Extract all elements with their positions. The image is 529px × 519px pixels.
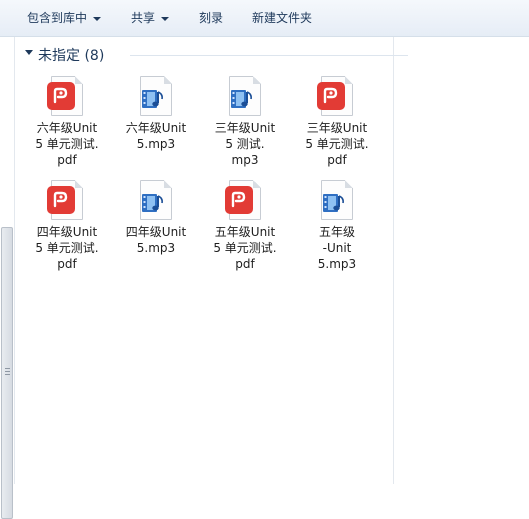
file-name: 四年级Unit 5 单元测试. pdf — [23, 224, 111, 272]
pdf-file-icon — [47, 76, 85, 116]
file-name-line: 5 单元测试. — [35, 241, 99, 255]
grip-line — [5, 371, 10, 372]
group-divider — [130, 55, 408, 56]
audio-file-icon — [227, 76, 263, 116]
audio-file-icon — [138, 180, 174, 220]
file-name: 五年级Unit 5 单元测试. pdf — [201, 224, 289, 272]
file-name-line: 5.mp3 — [136, 241, 176, 255]
include-in-library-label: 包含到库中 — [27, 11, 88, 25]
share-label: 共享 — [131, 11, 156, 25]
pdf-file-icon — [317, 76, 355, 116]
dropdown-arrow-icon — [161, 16, 170, 21]
grip-line — [5, 368, 10, 369]
file-name-line: pdf — [57, 153, 77, 167]
file-name: 五年级 -Unit 5.mp3 — [293, 224, 381, 272]
file-name-line: 5 单元测试. — [305, 137, 369, 151]
file-name-line: pdf — [327, 153, 347, 167]
file-name-line: 六年级Unit — [125, 121, 187, 135]
file-item[interactable]: 五年级Unit 5 单元测试. pdf — [201, 180, 289, 272]
file-name-line: 六年级Unit — [36, 121, 98, 135]
audio-file-icon — [138, 76, 174, 116]
file-name-line: 5 单元测试. — [213, 241, 277, 255]
file-name-line: 四年级Unit — [36, 225, 98, 239]
file-item[interactable]: 五年级 -Unit 5.mp3 — [293, 180, 381, 272]
file-name: 三年级Unit 5 单元测试. pdf — [293, 120, 381, 168]
file-item[interactable]: 三年级Unit 5 测试. mp3 — [201, 76, 289, 168]
collapse-chevron-icon[interactable] — [25, 50, 33, 55]
file-name-line: 五年级Unit — [214, 225, 276, 239]
burn-button[interactable]: 刻录 — [199, 10, 223, 26]
file-name-line: 四年级Unit — [125, 225, 187, 239]
file-name: 六年级Unit 5 单元测试. pdf — [23, 120, 111, 168]
navigation-pane — [0, 37, 15, 519]
file-name: 三年级Unit 5 测试. mp3 — [201, 120, 289, 168]
pdf-file-icon — [47, 180, 85, 220]
file-item[interactable]: 六年级Unit 5 单元测试. pdf — [23, 76, 111, 168]
burn-label: 刻录 — [199, 11, 224, 25]
file-name-line: 三年级Unit — [306, 121, 368, 135]
file-item[interactable]: 六年级Unit 5.mp3 — [112, 76, 200, 152]
group-title: 未指定 (8) — [38, 48, 105, 64]
file-item[interactable]: 四年级Unit 5 单元测试. pdf — [23, 180, 111, 272]
dropdown-arrow-icon — [93, 16, 102, 21]
file-name-line: 5.mp3 — [136, 137, 176, 151]
file-item[interactable]: 四年级Unit 5.mp3 — [112, 180, 200, 256]
pdf-file-icon — [225, 180, 263, 220]
preview-pane-divider — [393, 37, 394, 484]
file-name-line: 5.mp3 — [317, 257, 357, 271]
command-bar: 包含到库中 共享 刻录 新建文件夹 — [0, 0, 529, 37]
navigation-scrollbar-thumb[interactable] — [1, 227, 13, 519]
file-name-line: -Unit — [322, 241, 352, 255]
grip-line — [5, 374, 10, 375]
file-name-line: 5 测试. — [225, 137, 265, 151]
file-name-line: pdf — [235, 257, 255, 271]
file-name-line: 五年级 — [318, 225, 355, 239]
audio-file-icon — [319, 180, 355, 220]
new-folder-label: 新建文件夹 — [252, 11, 313, 25]
file-name: 六年级Unit 5.mp3 — [112, 120, 200, 152]
file-name: 四年级Unit 5.mp3 — [112, 224, 200, 256]
file-name-line: pdf — [57, 257, 77, 271]
file-item[interactable]: 三年级Unit 5 单元测试. pdf — [293, 76, 381, 168]
new-folder-button[interactable]: 新建文件夹 — [252, 10, 312, 26]
file-name-line: 5 单元测试. — [35, 137, 99, 151]
include-in-library-button[interactable]: 包含到库中 — [27, 10, 102, 26]
file-name-line: 三年级Unit — [214, 121, 276, 135]
file-name-line: mp3 — [231, 153, 259, 167]
share-button[interactable]: 共享 — [131, 10, 170, 26]
